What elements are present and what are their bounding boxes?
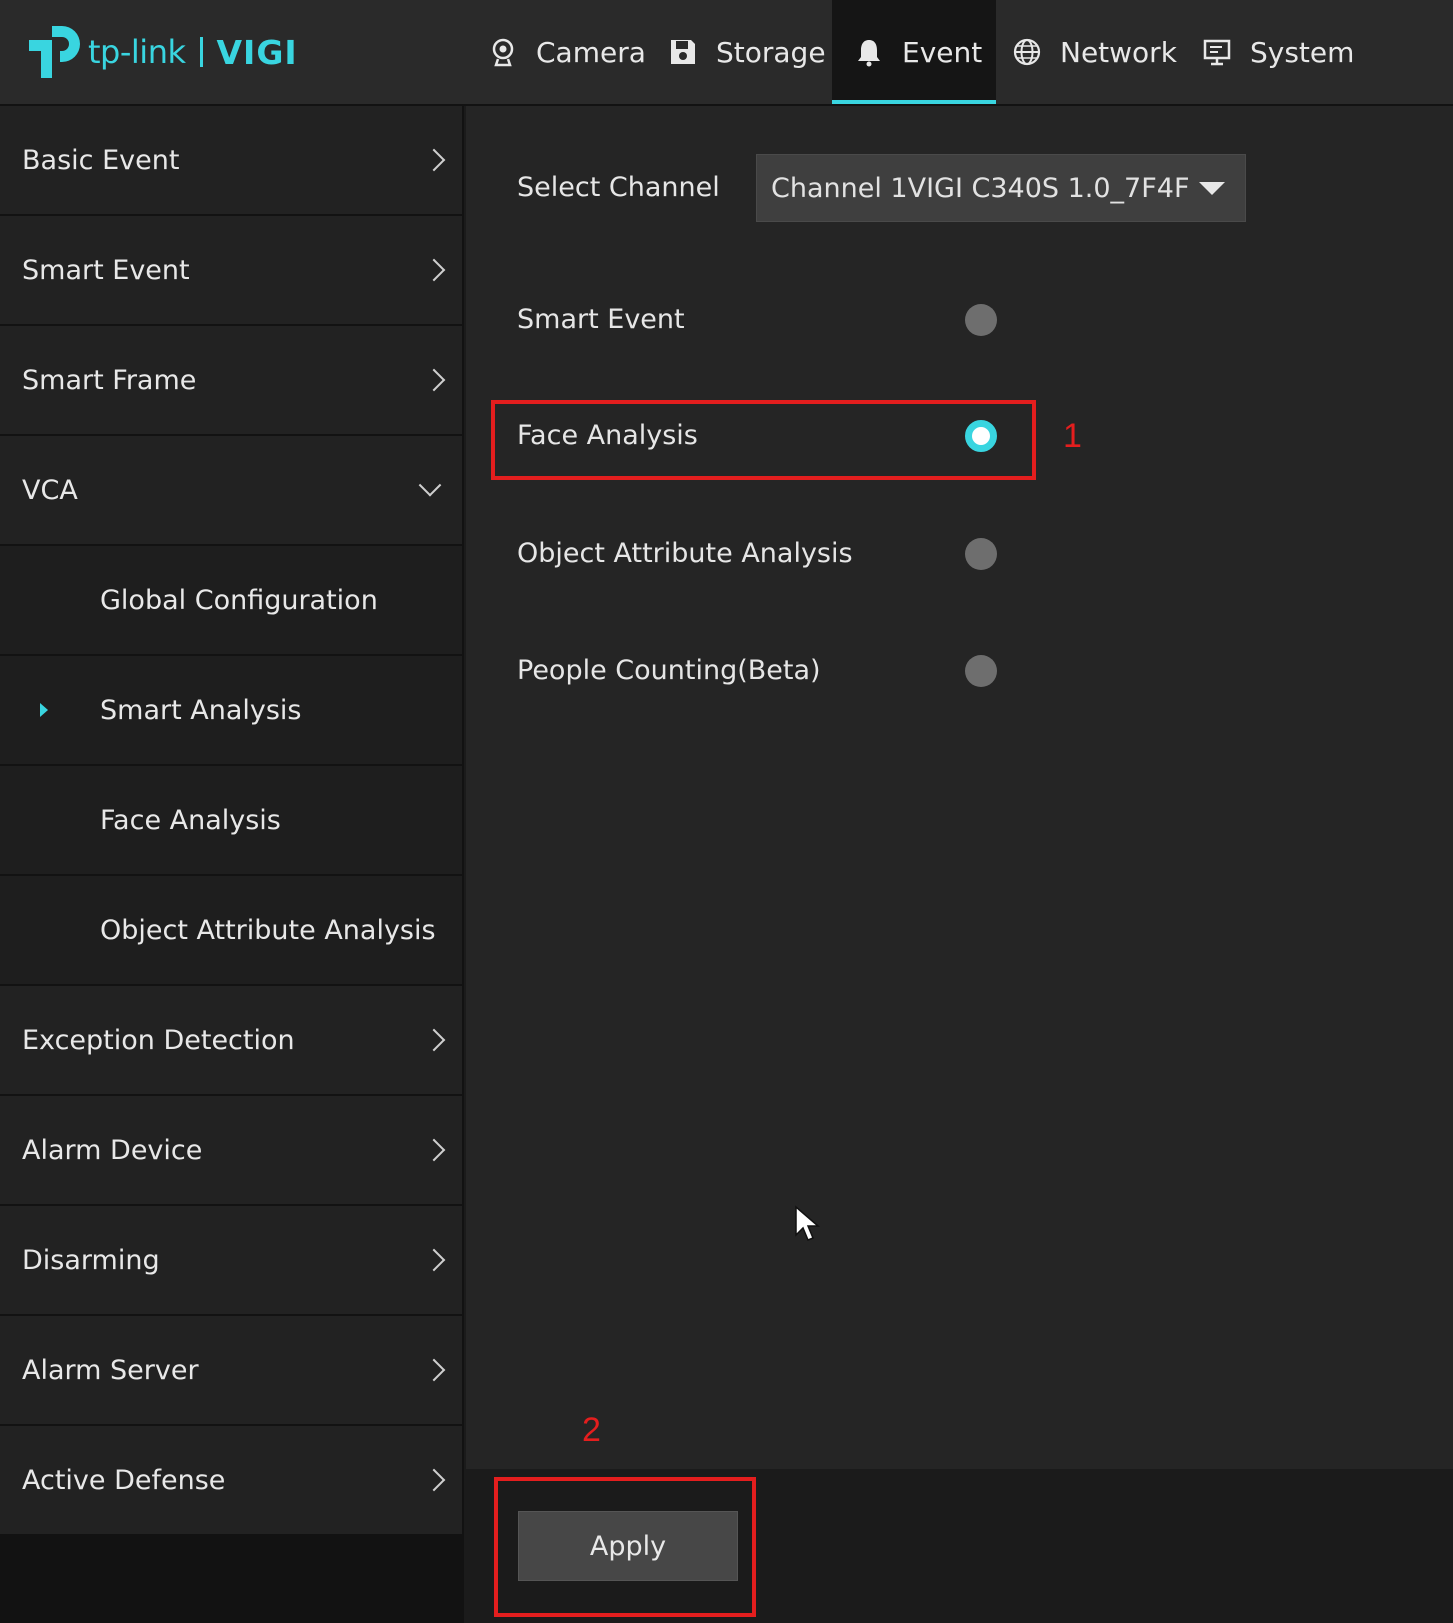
option-label-smart-event: Smart Event — [517, 304, 685, 335]
sidebar-item-alarm-server[interactable]: Alarm Server — [0, 1316, 462, 1424]
highlight-box-step-2 — [494, 1477, 756, 1617]
channel-select-value: Channel 1VIGI C340S 1.0_7F4F — [771, 172, 1190, 204]
radio-smart-event[interactable] — [965, 304, 997, 336]
sidebar-item-vca[interactable]: VCA — [0, 436, 462, 544]
nav-camera[interactable]: Camera — [488, 0, 646, 104]
caret-down-icon — [1199, 182, 1225, 195]
sidebar-item-label: Face Analysis — [100, 804, 281, 836]
top-bar: tp-link VIGI Camera Storage Event Networ… — [0, 0, 1453, 106]
sidebar-item-label: Alarm Server — [22, 1354, 199, 1386]
sidebar-item-label: Global Configuration — [100, 584, 378, 616]
monitor-icon — [1203, 39, 1231, 66]
chevron-right-icon — [422, 258, 446, 282]
footer-bar: Apply — [466, 1469, 1453, 1623]
bell-icon — [858, 40, 880, 67]
main-panel: Select Channel Channel 1VIGI C340S 1.0_7… — [466, 106, 1453, 1469]
nav-network[interactable]: Network — [1012, 0, 1177, 104]
sidebar-item-disarming[interactable]: Disarming — [0, 1206, 462, 1314]
nav-system[interactable]: System — [1202, 0, 1354, 104]
sidebar-item-active-defense[interactable]: Active Defense — [0, 1426, 462, 1534]
sidebar: Basic Event Smart Event Smart Frame VCA … — [0, 106, 464, 1623]
radio-people-counting[interactable] — [965, 655, 997, 687]
nav-camera-label: Camera — [536, 35, 646, 69]
sidebar-item-alarm-device[interactable]: Alarm Device — [0, 1096, 462, 1204]
nav-network-label: Network — [1060, 35, 1177, 69]
sidebar-subitem-smart-analysis[interactable]: Smart Analysis — [0, 656, 462, 764]
nav-storage-label: Storage — [716, 35, 826, 69]
chevron-right-icon — [422, 148, 446, 172]
sidebar-subitem-object-attribute-analysis[interactable]: Object Attribute Analysis — [0, 876, 462, 984]
sidebar-item-smart-frame[interactable]: Smart Frame — [0, 326, 462, 434]
chevron-right-icon — [422, 1028, 446, 1052]
sidebar-item-label: Active Defense — [22, 1464, 226, 1496]
sidebar-item-smart-event[interactable]: Smart Event — [0, 216, 462, 324]
channel-select[interactable]: Channel 1VIGI C340S 1.0_7F4F — [756, 154, 1246, 222]
chevron-right-icon — [422, 1358, 446, 1382]
sidebar-item-label: Basic Event — [22, 144, 180, 176]
option-label-object-attribute-analysis: Object Attribute Analysis — [517, 538, 853, 569]
option-label-people-counting: People Counting(Beta) — [517, 655, 821, 686]
select-channel-label: Select Channel — [517, 172, 720, 203]
nav-storage[interactable]: Storage — [668, 0, 826, 104]
sidebar-item-exception-detection[interactable]: Exception Detection — [0, 986, 462, 1094]
floppy-disk-icon — [671, 40, 695, 64]
sidebar-item-label: Disarming — [22, 1244, 160, 1276]
highlight-box-step-1 — [491, 400, 1036, 480]
logo-separator — [199, 37, 203, 67]
selected-marker-icon — [40, 703, 48, 717]
radio-object-attribute-analysis[interactable] — [965, 538, 997, 570]
sidebar-item-label: Smart Analysis — [100, 694, 302, 726]
sidebar-subitem-global-configuration[interactable]: Global Configuration — [0, 546, 462, 654]
sidebar-item-label: Alarm Device — [22, 1134, 203, 1166]
nav-system-label: System — [1250, 35, 1355, 69]
nav-event-label: Event — [902, 35, 983, 69]
logo-text: tp-link — [88, 33, 186, 71]
chevron-right-icon — [422, 1468, 446, 1492]
logo-product: VIGI — [216, 32, 298, 72]
sidebar-item-basic-event[interactable]: Basic Event — [0, 106, 462, 214]
sidebar-item-label: Smart Event — [22, 254, 190, 286]
camera-icon — [492, 38, 514, 67]
tp-link-logo-icon — [29, 26, 80, 78]
step-number-1: 1 — [1063, 417, 1082, 455]
step-number-2: 2 — [582, 1411, 601, 1449]
globe-icon — [1013, 38, 1041, 66]
chevron-right-icon — [422, 1248, 446, 1272]
sidebar-subitem-face-analysis[interactable]: Face Analysis — [0, 766, 462, 874]
chevron-right-icon — [422, 368, 446, 392]
tp-link-vigi-logo: tp-link VIGI — [22, 20, 298, 84]
mouse-cursor-icon — [795, 1205, 821, 1241]
chevron-right-icon — [422, 1138, 446, 1162]
sidebar-item-label: Object Attribute Analysis — [100, 914, 436, 946]
nav-event[interactable]: Event — [832, 0, 997, 104]
sidebar-item-label: Exception Detection — [22, 1024, 295, 1056]
chevron-down-icon — [418, 473, 442, 497]
sidebar-item-label: Smart Frame — [22, 364, 197, 396]
sidebar-item-label: VCA — [22, 474, 78, 506]
